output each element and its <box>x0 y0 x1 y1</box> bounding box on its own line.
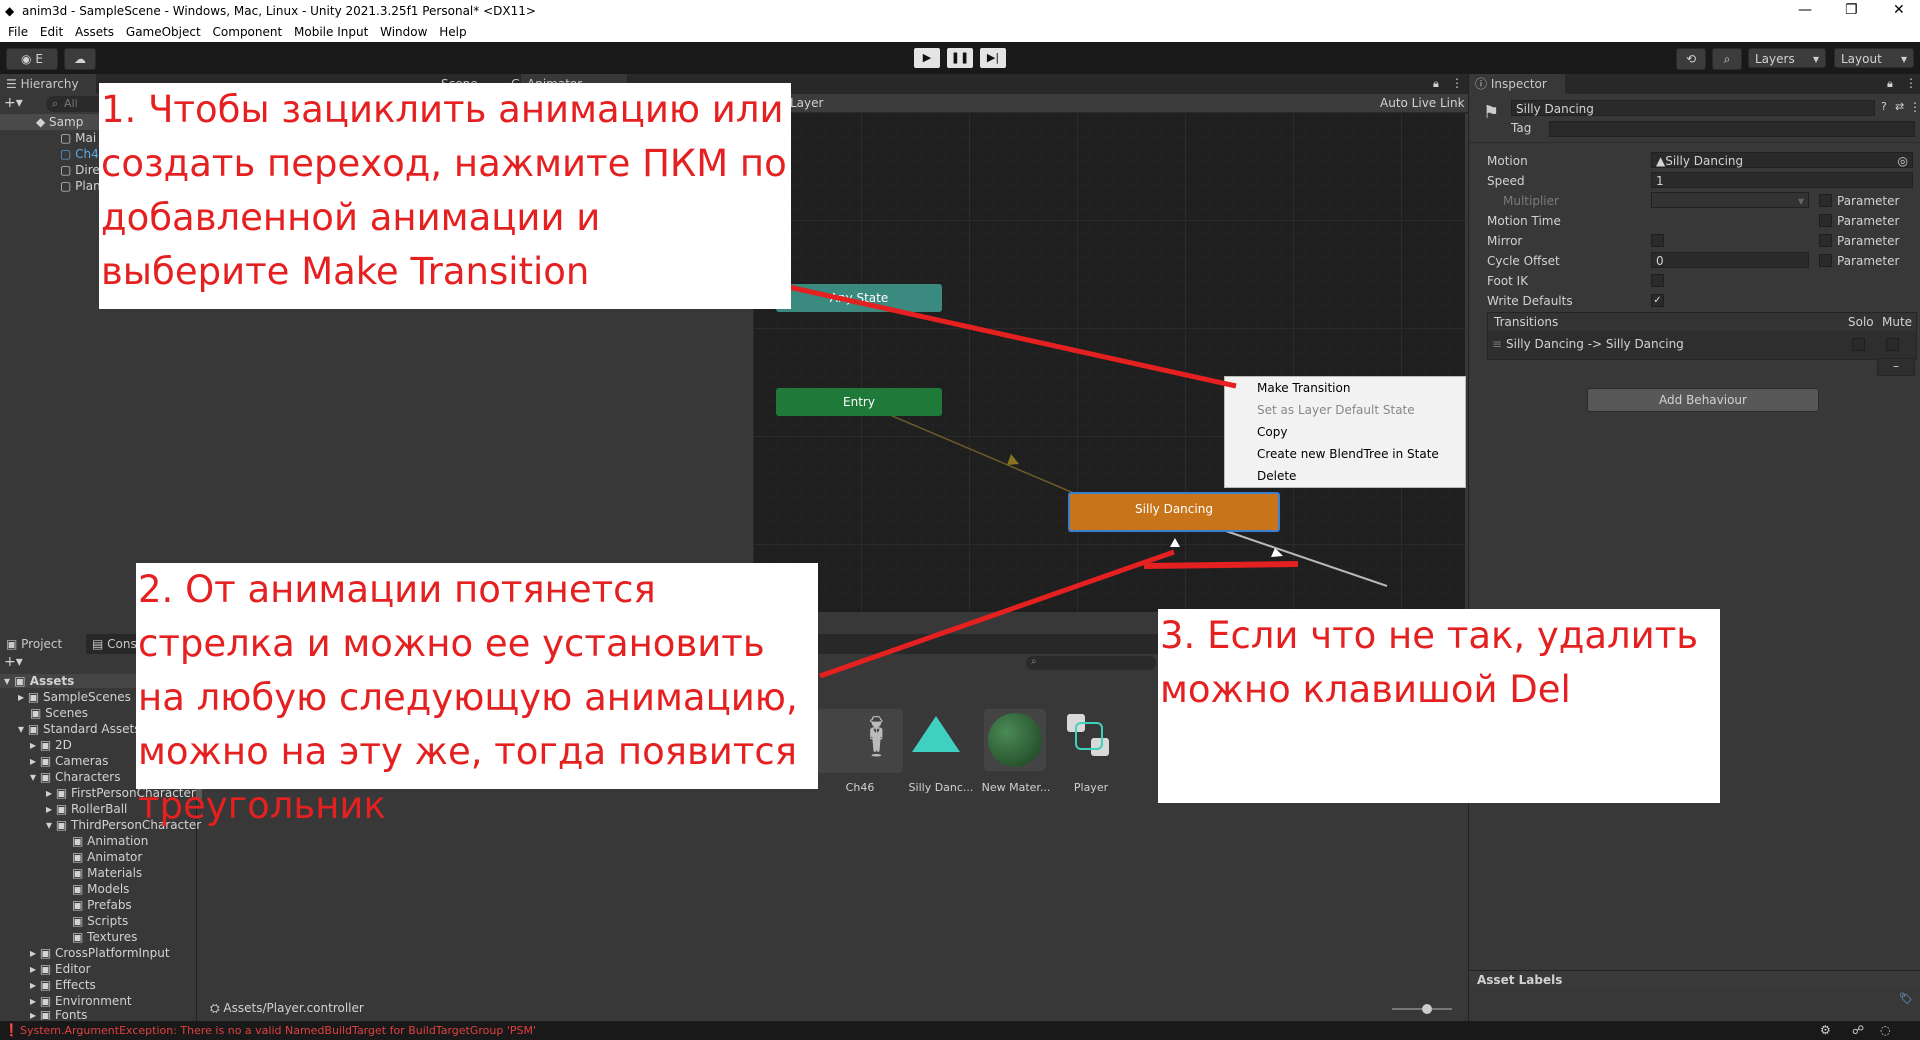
annotation-note-2: 2. От анимации потянется стрелка и можно… <box>136 563 818 827</box>
annotation-note-1: 1. Чтобы зациклить анимацию или создать … <box>99 83 791 309</box>
annotation-line-2 <box>819 549 1175 679</box>
annotation-line-1 <box>765 279 1237 389</box>
annotation-note-3: 3. Если что не так, удалить можно клавиш… <box>1158 609 1720 803</box>
annotation-underline <box>1143 561 1299 569</box>
